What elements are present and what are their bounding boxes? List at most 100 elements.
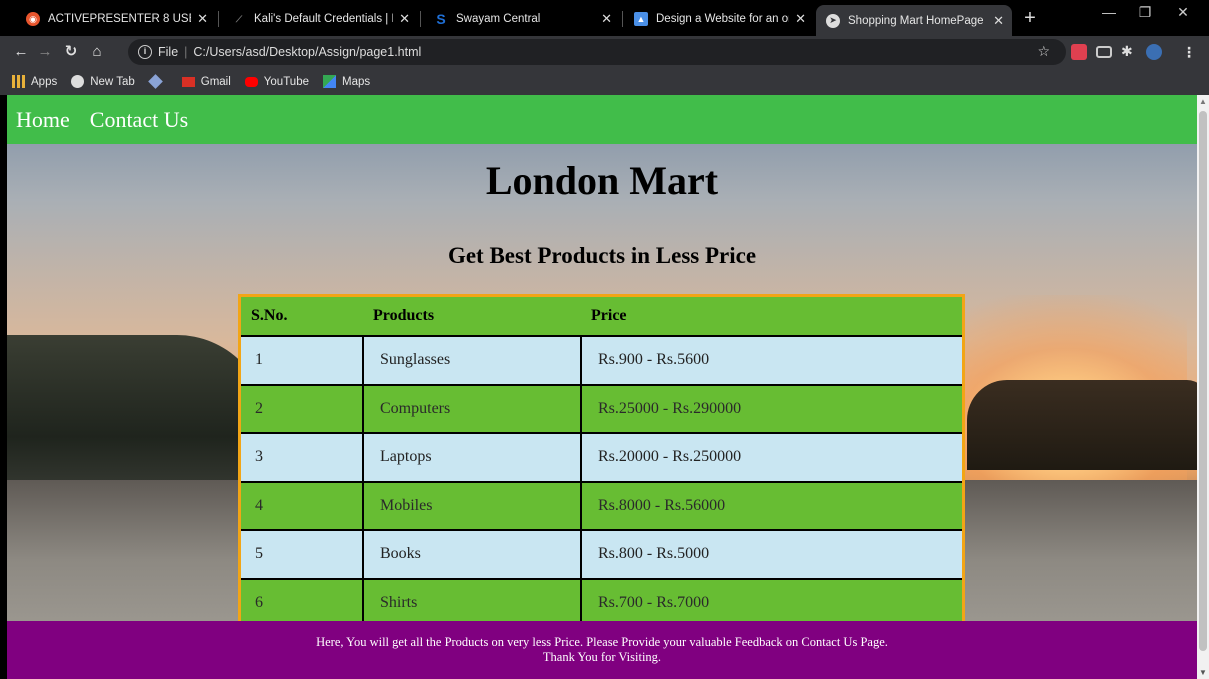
bookmark-label: Maps bbox=[342, 75, 371, 88]
forward-arrow-icon[interactable]: → bbox=[34, 42, 56, 62]
address-bar[interactable]: i File | C:/Users/asd/Desktop/Assign/pag… bbox=[128, 39, 1066, 65]
top-nav: Home Contact Us bbox=[7, 95, 1197, 144]
cell-product: Sunglasses bbox=[363, 336, 582, 386]
close-icon[interactable]: ✕ bbox=[601, 11, 612, 27]
cell-product: Books bbox=[363, 530, 582, 580]
bookmark-label: Gmail bbox=[200, 75, 231, 88]
bookmarks-bar: Apps New Tab Gmail YouTube Maps bbox=[0, 68, 1209, 95]
reload-icon[interactable]: ↻ bbox=[60, 42, 82, 62]
background-trees bbox=[967, 380, 1197, 470]
footer-line-2: Thank You for Visiting. bbox=[542, 650, 662, 664]
cell-price: Rs.8000 - Rs.56000 bbox=[581, 481, 962, 531]
table-row: 5 Books Rs.800 - Rs.5000 bbox=[241, 530, 962, 580]
menu-kebab-icon[interactable]: ⋮ bbox=[1178, 42, 1200, 62]
cell-sno: 4 bbox=[241, 481, 364, 531]
nav-home-link[interactable]: Home bbox=[16, 107, 70, 133]
bookmark-apps[interactable]: Apps bbox=[12, 75, 57, 88]
bookmark-youtube[interactable]: YouTube bbox=[244, 76, 309, 88]
table-row: 1 Sunglasses Rs.900 - Rs.5600 bbox=[241, 336, 962, 386]
close-icon[interactable]: ✕ bbox=[795, 11, 806, 27]
bookmark-label: Apps bbox=[31, 75, 58, 88]
products-table: S.No. Products Price 1 Sunglasses Rs.900… bbox=[241, 297, 962, 628]
cell-sno: 3 bbox=[241, 433, 364, 483]
header-products: Products bbox=[363, 297, 581, 337]
tab-title: Kali's Default Credentials | Kali bbox=[254, 13, 393, 25]
close-icon[interactable]: ✕ bbox=[993, 13, 1004, 29]
tab-title: Shopping Mart HomePage bbox=[848, 14, 984, 27]
browser-toolbar: ← → ↻ ⌂ i File | C:/Users/asd/Desktop/As… bbox=[0, 36, 1209, 68]
cell-price: Rs.25000 - Rs.290000 bbox=[581, 384, 962, 434]
tab-activepresenter[interactable]: ◉ ACTIVEPRESENTER 8 USER MA ✕ bbox=[16, 5, 216, 33]
cell-price: Rs.900 - Rs.5600 bbox=[581, 336, 962, 386]
footer-line-1: Here, You will get all the Products on v… bbox=[316, 635, 888, 649]
scroll-up-icon[interactable]: ▲ bbox=[1199, 97, 1207, 106]
home-icon[interactable]: ⌂ bbox=[86, 42, 108, 62]
bookmark-star-icon[interactable]: ☆ bbox=[1037, 43, 1050, 60]
cast-extension-icon[interactable] bbox=[1096, 46, 1112, 58]
bookmark-gmail[interactable]: Gmail bbox=[181, 75, 231, 88]
minimize-icon[interactable]: — bbox=[1094, 4, 1124, 20]
header-sno: S.No. bbox=[241, 297, 363, 337]
cell-sno: 5 bbox=[241, 530, 364, 580]
pocket-extension-icon[interactable] bbox=[1071, 44, 1087, 60]
close-icon[interactable]: ✕ bbox=[197, 11, 208, 27]
back-arrow-icon[interactable]: ← bbox=[10, 42, 32, 62]
scrollbar-thumb[interactable] bbox=[1199, 111, 1207, 651]
doc-icon: ▲ bbox=[634, 12, 648, 26]
page-footer: Here, You will get all the Products on v… bbox=[7, 621, 1197, 679]
tab-title: ACTIVEPRESENTER 8 USER MA bbox=[48, 13, 191, 25]
cell-sno: 2 bbox=[241, 384, 364, 434]
nav-contact-link[interactable]: Contact Us bbox=[90, 107, 188, 133]
new-tab-button[interactable]: + bbox=[1018, 6, 1042, 30]
cell-product: Mobiles bbox=[363, 481, 582, 531]
page-subtitle: Get Best Products in Less Price bbox=[447, 243, 757, 268]
bookmark-diamond[interactable] bbox=[147, 74, 168, 89]
products-table-container: S.No. Products Price 1 Sunglasses Rs.900… bbox=[238, 294, 965, 634]
table-row: 2 Computers Rs.25000 - Rs.290000 bbox=[241, 384, 962, 434]
window-close-icon[interactable]: ✕ bbox=[1168, 4, 1198, 21]
tab-swayam[interactable]: S Swayam Central ✕ bbox=[424, 5, 620, 33]
url-text[interactable]: C:/Users/asd/Desktop/Assign/page1.html bbox=[193, 45, 421, 59]
info-icon[interactable]: i bbox=[138, 45, 152, 59]
globe-icon bbox=[71, 75, 85, 88]
tab-shopping-mart[interactable]: ➤ Shopping Mart HomePage ✕ bbox=[816, 5, 1012, 36]
page-viewport: Home Contact Us London Mart Get Best Pro… bbox=[7, 95, 1197, 679]
tab-kali[interactable]: ⟋ Kali's Default Credentials | Kali ✕ bbox=[222, 5, 418, 33]
tab-strip: ◉ ACTIVEPRESENTER 8 USER MA ✕ ⟋ Kali's D… bbox=[0, 0, 1209, 36]
tab-separator bbox=[420, 11, 421, 27]
cell-product: Shirts bbox=[363, 578, 582, 628]
close-icon[interactable]: ✕ bbox=[399, 11, 410, 27]
tab-design-website[interactable]: ▲ Design a Website for an online ✕ bbox=[624, 5, 814, 33]
page-title: London Mart bbox=[485, 158, 719, 203]
url-scheme: File bbox=[158, 45, 179, 59]
url-divider: | bbox=[184, 45, 188, 59]
puzzle-extensions-icon[interactable]: ✱ bbox=[1121, 43, 1137, 59]
cell-product: Computers bbox=[363, 384, 582, 434]
header-price: Price bbox=[581, 297, 962, 337]
cell-sno: 1 bbox=[241, 336, 364, 386]
table-header-row: S.No. Products Price bbox=[241, 297, 962, 337]
cell-product: Laptops bbox=[363, 433, 582, 483]
swayam-icon: S bbox=[436, 11, 446, 27]
maps-icon bbox=[323, 75, 336, 88]
cell-price: Rs.700 - Rs.7000 bbox=[581, 578, 962, 628]
bookmark-maps[interactable]: Maps bbox=[323, 75, 370, 88]
cell-price: Rs.800 - Rs.5000 bbox=[581, 530, 962, 580]
restore-icon[interactable]: ❐ bbox=[1130, 4, 1160, 21]
profile-avatar[interactable] bbox=[1146, 44, 1162, 60]
tab-separator bbox=[218, 11, 219, 27]
table-row: 6 Shirts Rs.700 - Rs.7000 bbox=[241, 578, 962, 628]
table-row: 4 Mobiles Rs.8000 - Rs.56000 bbox=[241, 481, 962, 531]
kali-icon: ⟋ bbox=[235, 13, 243, 24]
apps-grid-icon bbox=[12, 75, 25, 88]
diamond-icon bbox=[147, 74, 163, 89]
youtube-icon bbox=[244, 76, 258, 87]
gmail-icon bbox=[181, 76, 195, 87]
cell-sno: 6 bbox=[241, 578, 364, 628]
table-row: 3 Laptops Rs.20000 - Rs.250000 bbox=[241, 433, 962, 483]
tab-title: Design a Website for an online bbox=[656, 13, 789, 25]
vertical-scrollbar[interactable]: ▲ ▼ bbox=[1197, 95, 1209, 679]
scroll-down-icon[interactable]: ▼ bbox=[1199, 668, 1207, 677]
cell-price: Rs.20000 - Rs.250000 bbox=[581, 433, 962, 483]
bookmark-new-tab[interactable]: New Tab bbox=[71, 75, 135, 88]
